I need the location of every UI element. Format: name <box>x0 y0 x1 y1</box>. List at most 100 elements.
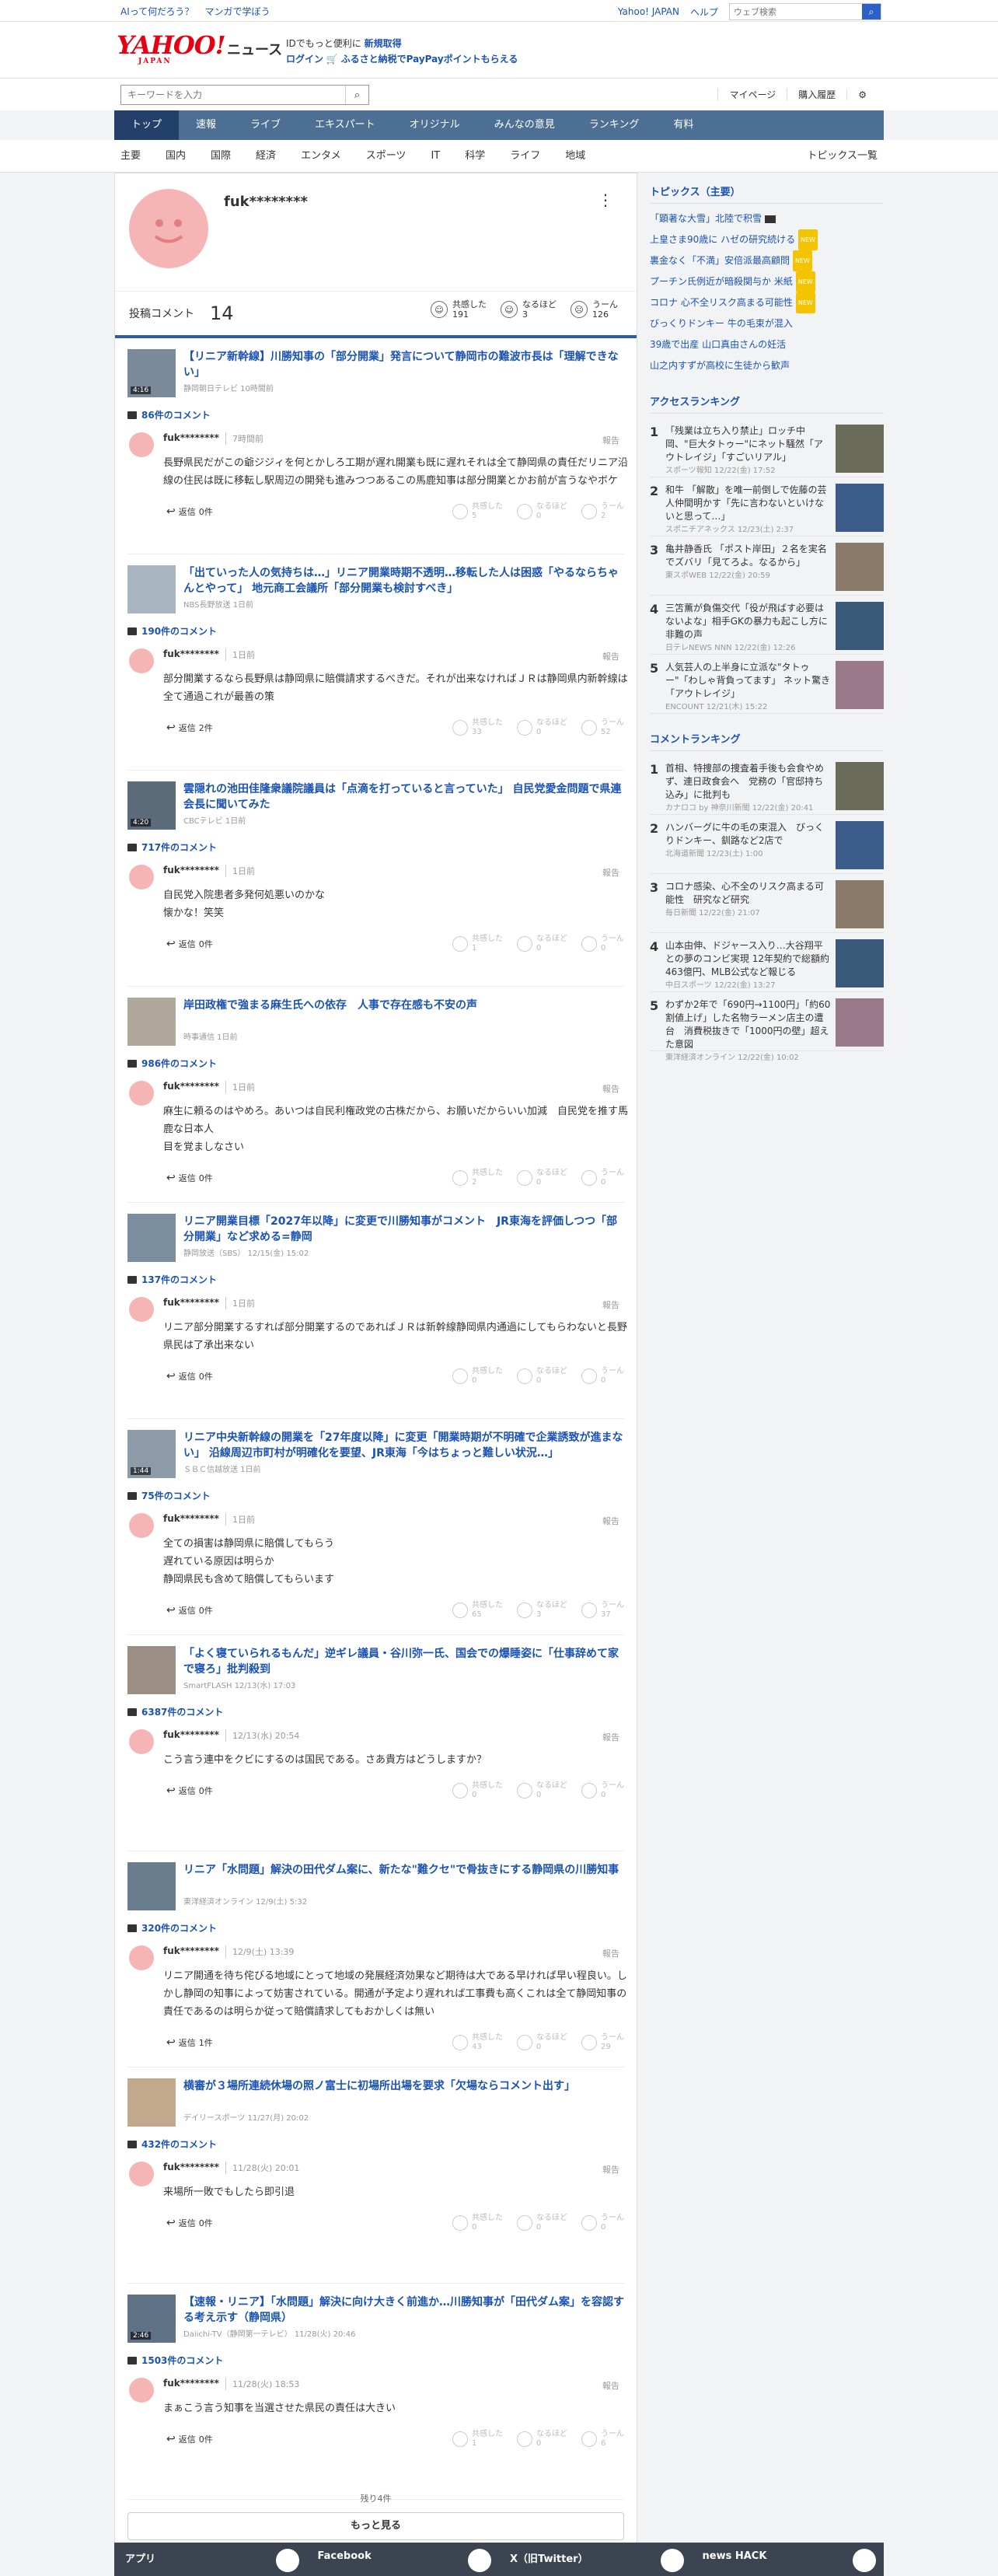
uun-button[interactable]: うーん 0 <box>581 1781 624 1800</box>
report-link[interactable]: 報告 <box>602 866 619 879</box>
report-link[interactable]: 報告 <box>602 1731 619 1743</box>
reply-button[interactable]: ↩ 返信 0件 <box>163 1370 213 1382</box>
help-link[interactable]: ヘルプ <box>690 5 718 19</box>
category-tab[interactable]: IT <box>431 140 440 173</box>
footer-card[interactable]: X（旧Twitter） <box>499 2543 692 2576</box>
comment-count-link[interactable]: 6387件のコメント <box>127 1705 624 1718</box>
article-link[interactable]: 1:44 リニア中央新幹線の開業を「27年度以降」に変更「開業時期が不明確で企業… <box>127 1430 624 1478</box>
rank-title[interactable]: 三笘薫が負傷交代「役が飛ばす必要はないよな」相手GKの暴力も起こし方に非難の声 <box>665 602 831 641</box>
gnav-tab[interactable]: エキスパート <box>298 110 393 140</box>
article-thumbnail[interactable] <box>127 1214 176 1262</box>
yahoo-logo[interactable]: YAHOO! JAPAN <box>117 33 226 65</box>
article-thumbnail[interactable]: 4:20 <box>127 781 176 830</box>
rank-thumbnail[interactable] <box>836 602 884 650</box>
gnav-tab[interactable]: オリジナル <box>393 110 477 140</box>
category-tab[interactable]: 科学 <box>465 140 485 173</box>
rank-title[interactable]: 和牛 「解散」を唯一前倒しで佐藤の芸人仲間明かす「先に言わないといけないと思って… <box>665 484 831 523</box>
article-title[interactable]: 横審が３場所連続休場の照ノ富士に初場所出場を要求「欠場ならコメント出す」 <box>183 2078 575 2109</box>
article-thumbnail[interactable]: 1:44 <box>127 1430 176 1478</box>
reply-button[interactable]: ↩ 返信 0件 <box>163 505 213 518</box>
naruhodo-button[interactable]: なるほど 0 <box>517 502 567 521</box>
report-link[interactable]: 報告 <box>602 2163 619 2176</box>
rank-title[interactable]: わずか2年で「690円→1100円」「約60割値上げ」した名物ラーメン店主の遭台… <box>665 998 831 1051</box>
ranking-item[interactable]: 1 「残業は立ち入り禁止」ロッチ中岡、"巨大タトゥー"にネット騒然「アウトレイジ」… <box>650 418 884 477</box>
topic-item[interactable]: コロナ 心不全リスク高まる可能性 NEW <box>650 292 884 313</box>
report-link[interactable]: 報告 <box>602 650 619 662</box>
article-thumbnail[interactable] <box>127 1646 176 1694</box>
article-title[interactable]: 【速報・リニア】「水問題」解決に向け大きく前進か…川勝知事が「田代ダム案」を容認… <box>183 2295 624 2326</box>
rank-title[interactable]: 山本由伸、ドジャース入り…大谷翔平との夢のコンビ実現 12年契約で総額約463億… <box>665 939 831 979</box>
topic-item[interactable]: びっくりドンキー 牛の毛束が混入 <box>650 313 884 334</box>
rank-title[interactable]: 首相、特捜部の捜査着手後も会食やめず、連日政食会へ 党務の「官邸持ち込み」に批判… <box>665 762 831 802</box>
empathy-button[interactable]: 共感した 43 <box>452 2033 503 2052</box>
comment-user[interactable]: fuk******** <box>163 2162 219 2174</box>
article-link[interactable]: 4:16 【リニア新幹線】川勝知事の「部分開業」発言について静岡市の難波市長は「… <box>127 349 624 397</box>
signup-link[interactable]: 新規取得 <box>365 38 402 49</box>
naruhodo-button[interactable]: なるほど 0 <box>517 2430 567 2448</box>
comment-user[interactable]: fuk******** <box>163 648 219 661</box>
empathy-button[interactable]: 共感した 33 <box>452 718 503 737</box>
article-thumbnail[interactable] <box>127 565 176 613</box>
manga-link[interactable]: マンガで学ぼう <box>204 6 270 17</box>
comment-user[interactable]: fuk******** <box>163 1081 219 1093</box>
empathy-button[interactable]: 共感した 0 <box>452 1781 503 1800</box>
empathy-button[interactable]: 共感した 0 <box>452 1367 503 1386</box>
article-title[interactable]: 「出ていった人の気持ちは…」リニア開業時期不透明…移転した人は困惑「やるならちゃ… <box>183 565 624 596</box>
footer-card[interactable]: アプリ <box>114 2543 307 2576</box>
reply-button[interactable]: ↩ 返信 0件 <box>163 2433 213 2445</box>
ranking-item[interactable]: 4 三笘薫が負傷交代「役が飛ばす必要はないよな」相手GKの暴力も起こし方に非難の声… <box>650 596 884 655</box>
naruhodo-button[interactable]: なるほど 3 <box>517 1601 567 1620</box>
gnav-tab[interactable]: トップ <box>114 110 180 140</box>
footer-card[interactable]: news HACK <box>692 2543 885 2576</box>
reply-button[interactable]: ↩ 返信 2件 <box>163 722 213 734</box>
footer-card[interactable]: Facebook <box>307 2543 500 2576</box>
ranking-item[interactable]: 5 人気芸人の上半身に立派な"タトゥー"「わしゃ背負ってます」 ネット驚き「アウト… <box>650 655 884 714</box>
category-tab[interactable]: 主要 <box>120 140 141 173</box>
furusato-link[interactable]: ふるさと納税でPayPayポイントもらえる <box>341 54 518 65</box>
comment-user[interactable]: fuk******** <box>163 1297 219 1309</box>
category-tab[interactable]: 国際 <box>211 140 231 173</box>
article-title[interactable]: リニア開業目標「2027年以降」に変更で川勝知事がコメント JR東海を評価しつつ… <box>183 1214 624 1245</box>
article-title[interactable]: 雲隠れの池田佳隆衆議院議員は「点滴を打っていると言っていた」 自民党愛金問題で県… <box>183 781 624 813</box>
rank-thumbnail[interactable] <box>836 939 884 987</box>
comment-count-link[interactable]: 320件のコメント <box>127 1921 624 1935</box>
reply-button[interactable]: ↩ 返信 0件 <box>163 1784 213 1797</box>
rank-thumbnail[interactable] <box>836 821 884 869</box>
rank-title[interactable]: コロナ感染、心不全のリスク高まる可能性 研究など研究 <box>665 880 831 907</box>
topics-heading[interactable]: トピックス（主要） <box>650 184 884 204</box>
topic-item[interactable]: プーチン氏例近が暗殺関与か 米紙 NEW <box>650 271 884 292</box>
topic-item[interactable]: 上皇さま90歳に ハゼの研究続ける NEW <box>650 229 884 250</box>
yahoo-japan-link[interactable]: Yahoo! JAPAN <box>618 6 679 17</box>
service-name[interactable]: ニュース <box>227 39 282 59</box>
comment-count-link[interactable]: 86件のコメント <box>127 408 624 421</box>
ranking-item[interactable]: 2 和牛 「解散」を唯一前倒しで佐藤の芸人仲間明かす「先に言わないといけないと思っ… <box>650 477 884 537</box>
topics-list-link[interactable]: トピックス一覧 <box>807 140 878 173</box>
comment-ranking-heading[interactable]: コメントランキング <box>650 731 884 751</box>
uun-button[interactable]: うーん 0 <box>581 1169 624 1187</box>
gnav-tab[interactable]: みんなの意見 <box>477 110 572 140</box>
reply-button[interactable]: ↩ 返信 1件 <box>163 2036 213 2049</box>
ranking-item[interactable]: 2 ハンバーグに牛の毛の束混入 びっくりドンキー、釧路など2店で 北海道新聞 12/… <box>650 815 884 874</box>
uun-button[interactable]: うーん 29 <box>581 2033 624 2052</box>
category-tab[interactable]: 国内 <box>166 140 186 173</box>
gnav-tab[interactable]: 有料 <box>656 110 710 140</box>
comment-user[interactable]: fuk******** <box>163 2378 219 2390</box>
rank-thumbnail[interactable] <box>836 543 884 591</box>
naruhodo-button[interactable]: なるほど 0 <box>517 2214 567 2232</box>
access-ranking-heading[interactable]: アクセスランキング <box>650 393 884 414</box>
more-menu-icon[interactable]: ⋮ <box>598 190 613 209</box>
report-link[interactable]: 報告 <box>602 1298 619 1311</box>
search-icon[interactable]: ⌕ <box>862 4 881 19</box>
ranking-item[interactable]: 3 コロナ感染、心不全のリスク高まる可能性 研究など研究 毎日新聞 12/22(金)… <box>650 874 884 933</box>
naruhodo-button[interactable]: なるほど 0 <box>517 1367 567 1386</box>
load-more-button[interactable]: もっと見る <box>127 2512 624 2540</box>
comment-count-link[interactable]: 717件のコメント <box>127 841 624 854</box>
comment-count-link[interactable]: 190件のコメント <box>127 624 624 638</box>
empathy-button[interactable]: 共感した 2 <box>452 1169 503 1187</box>
report-link[interactable]: 報告 <box>602 1082 619 1095</box>
empathy-button[interactable]: 共感した 65 <box>452 1601 503 1620</box>
report-link[interactable]: 報告 <box>602 1947 619 1959</box>
topic-item[interactable]: 「顕著な大雪」北陸で积雪 <box>650 208 884 229</box>
uun-button[interactable]: うーん 0 <box>581 1367 624 1386</box>
comment-count-link[interactable]: 75件のコメント <box>127 1489 624 1502</box>
